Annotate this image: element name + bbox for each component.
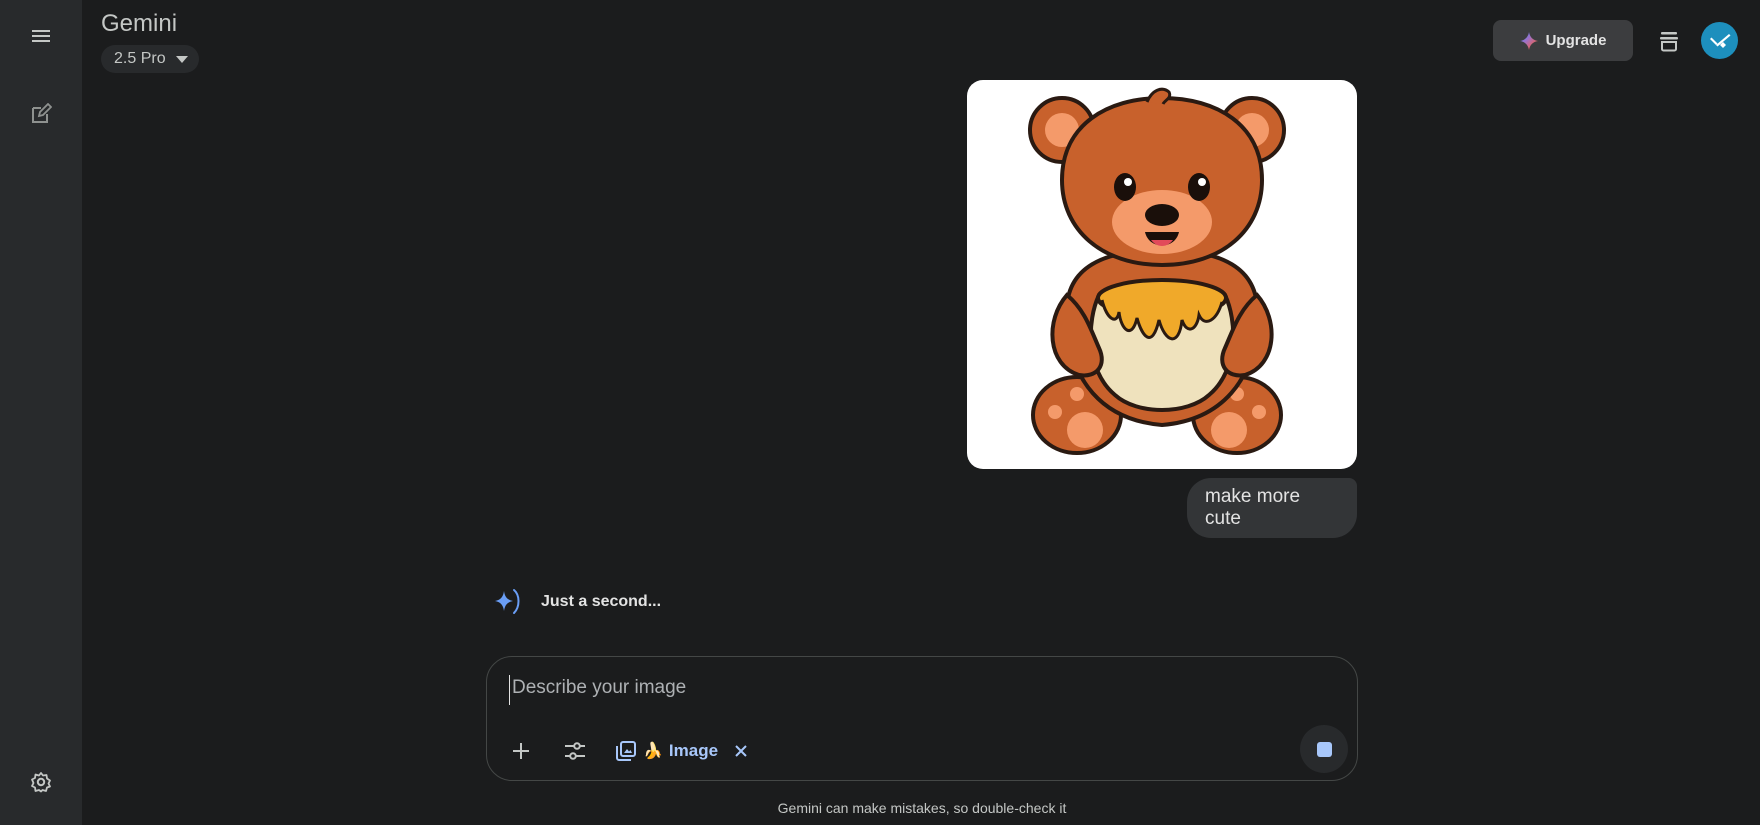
image-chip-label: Image [668,741,719,760]
upgrade-label: Upgrade [1545,32,1607,49]
model-label: 2.5 Pro [114,50,166,67]
settings-icon [31,772,51,793]
stop-generation-button[interactable] [1300,725,1348,773]
banana-emoji-icon: 🍌 [643,743,663,760]
disclaimer-text: Gemini can make mistakes, so double-chec… [777,800,1067,816]
new-chat-button[interactable] [21,94,61,134]
gemini-app: Gemini 2.5 Pro Upgrade make more cute Ju… [0,0,1760,825]
prompt-input[interactable] [509,675,1329,705]
user-uploaded-image[interactable] [967,80,1357,469]
caret-down-icon [175,55,188,63]
bear-with-honey-pot-image [1028,87,1286,455]
prompt-composer: 🍌 Image [486,656,1358,781]
gemini-loading-spark-icon [495,589,520,614]
plus-icon [513,743,529,759]
upgrade-button[interactable]: Upgrade [1493,20,1633,61]
model-selector[interactable]: 2.5 Pro [101,45,199,73]
stop-icon [1316,741,1332,757]
temporary-chat-button[interactable] [1650,20,1688,62]
close-icon [735,745,747,757]
menu-icon [32,30,50,42]
user-message-bubble: make more cute [1187,478,1357,538]
tools-button[interactable] [557,733,593,769]
account-avatar[interactable] [1701,22,1738,59]
image-tool-chip[interactable]: 🍌 Image [615,733,718,769]
tune-icon [565,742,585,760]
temporary-chat-icon [1660,32,1678,52]
brand-title: Gemini [101,10,178,37]
sidebar [0,0,82,825]
assistant-status-text: Just a second... [541,593,662,610]
add-files-button[interactable] [503,733,539,769]
image-library-icon [616,741,636,761]
assistant-thinking-row: Just a second... [493,586,661,618]
settings-button[interactable] [21,762,61,802]
remove-image-tool-button[interactable] [727,733,755,769]
user-message-text: make more cute [1205,486,1301,529]
new-chat-icon [32,103,52,123]
sparkle-icon [1519,31,1538,50]
avatar-logo-icon [1709,33,1730,48]
menu-button[interactable] [21,16,61,56]
